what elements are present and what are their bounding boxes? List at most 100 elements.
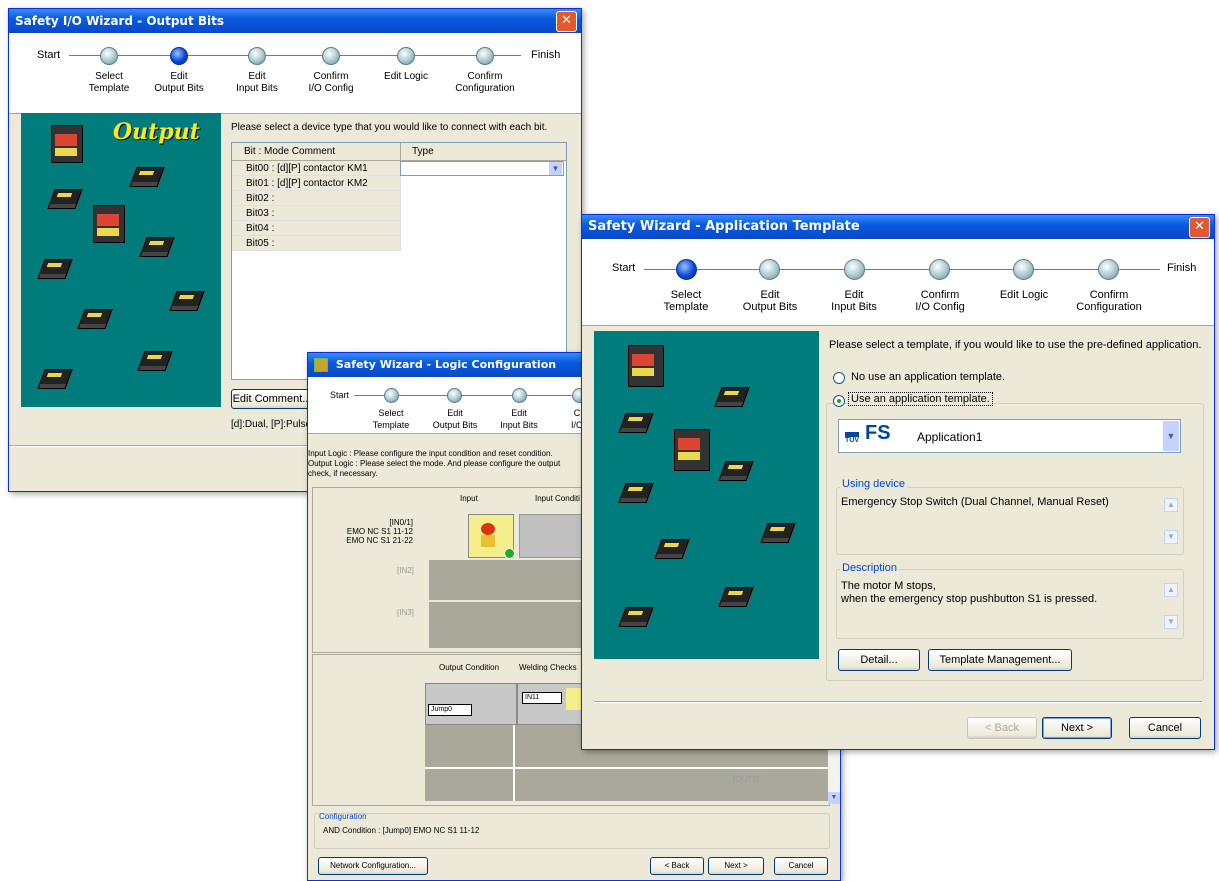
no-template-label[interactable]: No use an application template.: [851, 371, 1005, 383]
tuv-logo: TÜV: [845, 432, 859, 445]
no-template-radio[interactable]: [833, 372, 845, 384]
cancel-button[interactable]: Cancel: [1129, 717, 1201, 739]
edit-comment-button[interactable]: Edit Comment...: [231, 389, 313, 409]
contactor-icon: [618, 483, 654, 503]
step-progress: Start Finish Select Template Edit Output…: [9, 33, 581, 114]
scroll-down-icon[interactable]: ▼: [1164, 530, 1178, 544]
step-node-select-template: [384, 388, 399, 403]
description-text: The motor M stops, when the emergency st…: [841, 580, 1098, 605]
step-line: [69, 55, 521, 56]
step-label-edit-output-bits: Edit Output Bits: [432, 408, 478, 430]
step-start-label: Start: [612, 262, 636, 274]
step-node-select-template: [100, 47, 118, 65]
scroll-up-icon[interactable]: ▲: [1164, 583, 1178, 597]
contactor-icon: [718, 461, 754, 481]
step-finish-label: Finish: [531, 49, 561, 61]
table-row[interactable]: Bit05 :: [232, 236, 400, 251]
safety-relay-icon: [51, 125, 83, 163]
step-label-edit-logic: Edit Logic: [999, 289, 1049, 301]
emergency-stop-input[interactable]: [468, 514, 515, 559]
template-device-image: [594, 331, 819, 659]
network-configuration-button[interactable]: Network Configuration...: [318, 857, 428, 875]
using-device-text: Emergency Stop Switch (Dual Channel, Man…: [841, 496, 1109, 508]
window-title: Safety I/O Wizard - Output Bits: [15, 14, 225, 28]
table-row[interactable]: Bit02 :: [232, 191, 400, 206]
step-label-select-template: Select Template: [372, 408, 410, 430]
configuration-title: Configuration: [319, 812, 367, 821]
step-label-edit-output-bits: Edit Output Bits: [742, 289, 798, 313]
detail-button[interactable]: Detail...: [838, 649, 920, 671]
welding-check-cell[interactable]: IN11: [517, 683, 583, 725]
back-button[interactable]: < Back: [967, 717, 1037, 739]
in11-block[interactable]: IN11: [522, 692, 562, 704]
emergency-stop-icon: [481, 523, 495, 535]
safety-relay-icon: [93, 205, 125, 243]
table-header: Bit : Mode Comment Type: [232, 143, 566, 161]
contactor-icon: [654, 539, 690, 559]
instruction-text: Please select a template, if you would l…: [829, 339, 1202, 351]
col-header-input-condition: Input Conditi: [535, 494, 580, 503]
tuv-fs-logo: TÜV FS: [843, 422, 909, 450]
step-node-edit-input-bits: [844, 259, 865, 280]
col-header-bit: Bit : Mode Comment: [244, 146, 336, 157]
step-label-confirm-configuration: Confirm Configuration: [1076, 289, 1142, 313]
scroll-up-icon[interactable]: ▲: [1164, 498, 1178, 512]
chevron-down-icon[interactable]: ▼: [549, 162, 562, 175]
step-start-label: Start: [37, 49, 61, 61]
contactor-icon: [618, 413, 654, 433]
jump0-block[interactable]: Jump0: [428, 704, 472, 716]
step-node-edit-output-bits: [170, 47, 188, 65]
scroll-down-icon[interactable]: ▼: [828, 792, 840, 804]
chevron-down-icon[interactable]: ▼: [1163, 421, 1179, 451]
template-management-button[interactable]: Template Management...: [928, 649, 1072, 671]
step-node-edit-input-bits: [512, 388, 527, 403]
step-label-edit-output-bits: Edit Output Bits: [154, 71, 204, 94]
title-bar[interactable]: Safety Wizard - Application Template ✕: [582, 215, 1214, 239]
fs-logo: FS: [865, 422, 891, 444]
back-button[interactable]: < Back: [650, 857, 704, 875]
step-label-confirm-configuration: Confirm Configuration: [455, 71, 515, 94]
using-device-title: Using device: [840, 478, 907, 490]
close-icon[interactable]: ✕: [556, 11, 577, 32]
out3-label: [OUT3]: [733, 775, 759, 784]
col-header-type: Type: [412, 146, 434, 157]
table-row[interactable]: Bit01 : [d][P] contactor KM2: [232, 176, 400, 191]
step-node-select-template: [676, 259, 697, 280]
type-dropdown[interactable]: ▼: [400, 161, 564, 176]
next-button[interactable]: Next >: [708, 857, 764, 875]
contactor-icon: [618, 607, 654, 627]
contactor-icon: [37, 369, 73, 389]
step-start-label: Start: [330, 390, 350, 400]
step-line: [644, 269, 1160, 270]
step-node-edit-output-bits: [447, 388, 462, 403]
contactor-icon: [139, 237, 175, 257]
step-label-confirm-io: Confirm I/O Config: [915, 289, 965, 313]
cancel-button[interactable]: Cancel: [774, 857, 828, 875]
table-row[interactable]: Bit03 :: [232, 206, 400, 221]
window-title: Safety Wizard - Logic Configuration: [335, 358, 557, 371]
step-progress: Start Finish Select Template Edit Output…: [582, 239, 1214, 326]
output-device-image: Output: [21, 113, 221, 407]
contactor-icon: [37, 259, 73, 279]
instruction-text: Please select a device type that you wou…: [231, 122, 548, 133]
table-row[interactable]: Bit00 : [d][P] contactor KM1: [232, 161, 400, 176]
template-select[interactable]: TÜV FS Application1 ▼: [838, 419, 1181, 453]
application-template-window: Safety Wizard - Application Template ✕ S…: [581, 214, 1215, 750]
bottom-separator: [594, 701, 1202, 703]
step-node-confirm-configuration: [476, 47, 494, 65]
title-bar[interactable]: Safety I/O Wizard - Output Bits ✕: [9, 9, 581, 33]
window-title: Safety Wizard - Application Template: [588, 219, 860, 234]
scroll-down-icon[interactable]: ▼: [1164, 615, 1178, 629]
emergency-stop-base-icon: [481, 535, 495, 547]
output-condition-cell[interactable]: Jump0: [425, 683, 517, 725]
table-row[interactable]: Bit04 :: [232, 221, 400, 236]
contactor-icon: [47, 189, 83, 209]
use-template-radio[interactable]: [833, 395, 845, 407]
close-icon[interactable]: ✕: [1189, 217, 1210, 238]
step-node-edit-input-bits: [248, 47, 266, 65]
step-node-confirm-io: [322, 47, 340, 65]
next-button[interactable]: Next >: [1042, 717, 1112, 739]
contactor-icon: [137, 351, 173, 371]
legend-text: [d]:Dual, [P]:Pulse: [231, 419, 312, 430]
use-template-label[interactable]: Use an application template.: [848, 392, 993, 406]
